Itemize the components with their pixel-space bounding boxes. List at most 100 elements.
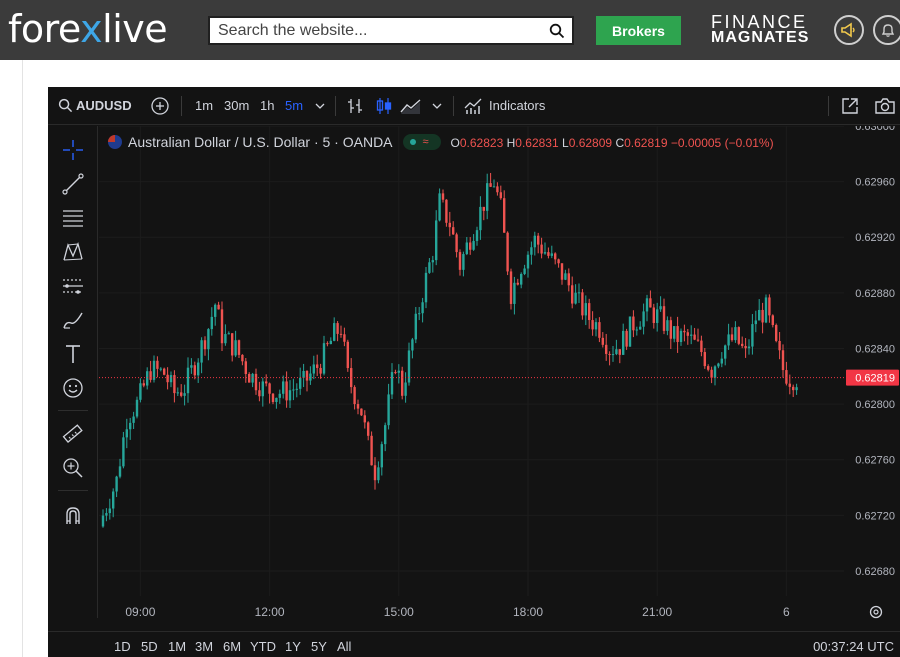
candle-down [662, 306, 666, 331]
candles-style-icon[interactable] [374, 96, 394, 116]
close-value: 0.62819 [624, 136, 668, 150]
range-1d[interactable]: 1D [114, 639, 131, 654]
candle-up [224, 334, 227, 344]
fib-retracement-tool[interactable] [61, 206, 85, 230]
zoom-in-tool[interactable] [61, 456, 85, 480]
candle-down [761, 309, 764, 323]
range-1y[interactable]: 1Y [285, 639, 301, 654]
interval-1m[interactable]: 1m [195, 97, 213, 115]
text-tool[interactable] [61, 342, 85, 366]
range-1m[interactable]: 1M [168, 639, 186, 654]
candle-up [214, 304, 217, 317]
candle-up [186, 367, 190, 394]
prediction-tool[interactable] [61, 274, 85, 298]
range-ytd[interactable]: YTD [250, 639, 276, 654]
candle-up [210, 316, 213, 330]
candle-down [217, 304, 220, 310]
candle-up [622, 330, 625, 355]
aud-flag-icon [108, 135, 122, 149]
symbol-title[interactable]: Australian Dollar / U.S. Dollar · 5 · OA… [128, 134, 393, 150]
camera-icon[interactable] [874, 96, 896, 116]
candle-up [183, 393, 186, 396]
time-axis: 09:00 12:00 15:00 18:00 21:00 6 [125, 605, 790, 619]
candle-up [666, 320, 669, 331]
high-key: H [506, 136, 516, 150]
candle-up [292, 389, 295, 391]
candle-down [788, 383, 791, 387]
candle-down [601, 337, 604, 345]
candle-down [339, 333, 343, 335]
candle-down [608, 353, 611, 355]
search-icon[interactable] [549, 23, 565, 39]
range-3m[interactable]: 3M [195, 639, 213, 654]
bars-style-icon[interactable] [345, 96, 365, 116]
time-tick-label: 15:00 [384, 605, 414, 619]
interval-1h[interactable]: 1h [260, 97, 274, 115]
candle-up [112, 491, 115, 509]
search-input[interactable] [210, 18, 530, 43]
open-external-icon[interactable] [840, 96, 860, 116]
crosshair-tool[interactable] [61, 138, 85, 162]
indicators-icon[interactable] [463, 96, 483, 116]
range-bar: 1D 5D 1M 3M 6M YTD 1Y 5Y All 00:37:24 UT… [48, 631, 900, 657]
candle-up [594, 322, 598, 330]
candle-down [700, 340, 703, 353]
brokers-button[interactable]: Brokers [596, 16, 681, 45]
candle-up [520, 273, 523, 285]
candle-up [639, 326, 642, 330]
close-key: C [615, 136, 625, 150]
candle-up [227, 333, 230, 335]
range-5y[interactable]: 5Y [311, 639, 327, 654]
candle-up [673, 326, 676, 339]
candle-up [472, 240, 475, 250]
low-value: 0.62809 [568, 136, 613, 150]
candle-up [523, 268, 526, 274]
candle-down [316, 364, 319, 368]
candle-up [628, 316, 632, 347]
symbol-search-icon[interactable] [58, 98, 73, 113]
candle-down [683, 330, 686, 333]
utc-clock[interactable]: 00:37:24 UTC [813, 639, 894, 654]
range-5d[interactable]: 5D [141, 639, 158, 654]
candle-down [737, 327, 740, 344]
forexlive-logo[interactable]: forexlive [8, 6, 168, 52]
chart-legend: Australian Dollar / U.S. Dollar · 5 · OA… [108, 134, 774, 152]
candle-up [764, 297, 768, 323]
price-tick-label: 0.62960 [855, 177, 895, 189]
area-style-icon[interactable] [399, 96, 423, 116]
brush-tool[interactable] [61, 308, 85, 332]
candle-up [754, 320, 757, 325]
indicators-button[interactable]: Indicators [489, 97, 545, 115]
interval-30m[interactable]: 30m [224, 97, 249, 115]
candle-down [336, 323, 339, 334]
candle-up [533, 235, 536, 248]
finance-magnates-logo[interactable]: FINANCE MAGNATES [711, 13, 809, 46]
candle-down [482, 206, 485, 211]
megaphone-button[interactable] [834, 15, 864, 45]
chart-settings-icon[interactable] [869, 605, 883, 619]
magnet-tool[interactable] [61, 504, 85, 528]
price-chart[interactable]: 0.63000 0.62960 0.62920 0.62880 0.62840 0.628… [99, 126, 899, 631]
candle-up [526, 254, 530, 269]
notifications-button[interactable] [873, 15, 900, 45]
chevron-down-icon[interactable] [432, 101, 442, 111]
trend-line-tool[interactable] [61, 172, 85, 196]
candle-down [625, 330, 628, 347]
symbol-button[interactable]: AUDUSD [76, 97, 132, 115]
range-6m[interactable]: 6M [223, 639, 241, 654]
chevron-down-icon[interactable] [315, 101, 325, 111]
candle-down [163, 368, 166, 375]
candle-up [387, 394, 390, 426]
pattern-tool[interactable] [61, 240, 85, 264]
site-search [208, 16, 574, 45]
market-status-badge[interactable]: ≈ [402, 134, 441, 150]
compare-add-icon[interactable] [150, 96, 170, 116]
candle-down [581, 292, 584, 316]
range-all[interactable]: All [337, 639, 351, 654]
emoji-tool[interactable] [61, 376, 85, 400]
ruler-tool[interactable] [61, 422, 85, 446]
candle-down [441, 193, 445, 200]
candle-up [550, 253, 553, 256]
interval-5m-active[interactable]: 5m [285, 97, 303, 115]
candle-down [142, 383, 145, 386]
